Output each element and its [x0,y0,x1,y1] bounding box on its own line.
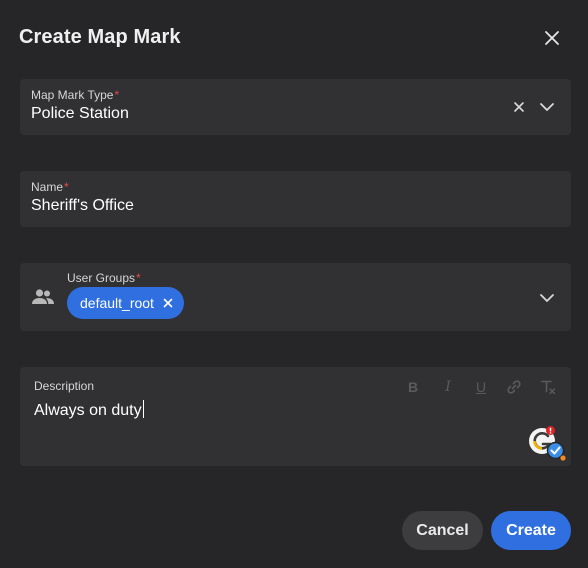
create-map-mark-dialog: Create Map Mark Map Mark Type* Police St… [0,0,588,568]
link-icon [507,380,521,394]
close-button[interactable] [540,26,564,50]
underline-button[interactable]: U [473,379,489,395]
clear-type-button[interactable] [511,99,527,115]
link-button[interactable] [506,379,522,395]
chevron-down-icon [540,294,554,302]
required-marker: * [114,88,120,102]
bold-button[interactable]: B [405,379,421,395]
grammar-checker-button[interactable] [526,425,566,463]
groups-dropdown-toggle[interactable] [538,289,556,307]
name-input-value: Sheriff's Office [31,197,134,214]
map-mark-type-label: Map Mark Type* [31,88,120,102]
user-group-chip[interactable]: default_root [67,287,184,319]
user-groups-label: User Groups* [67,271,141,285]
dialog-title: Create Map Mark [19,26,181,48]
grammar-checker-icon [529,426,566,461]
required-marker: * [64,180,69,194]
close-icon [545,31,559,45]
create-button[interactable]: Create [491,511,571,550]
type-dropdown-toggle[interactable] [538,98,556,116]
people-icon [32,289,54,304]
description-label: Description [34,379,95,393]
clear-format-icon [541,380,556,395]
chevron-down-icon [540,103,554,111]
name-label: Name* [31,180,69,194]
map-mark-type-value: Police Station [31,105,129,122]
description-text: Always on duty [34,400,144,419]
map-mark-type-select[interactable]: Map Mark Type* Police Station [20,79,571,135]
clear-format-button[interactable] [540,379,556,395]
required-marker: * [136,271,141,285]
cancel-button[interactable]: Cancel [402,511,483,550]
remove-chip-icon[interactable] [163,298,173,308]
user-groups-select[interactable]: User Groups* default_root [20,263,571,331]
clear-icon [514,102,524,112]
italic-button[interactable]: I [440,379,456,395]
description-editor[interactable]: Description B I U Always on duty [20,367,571,466]
chip-label: default_root [80,295,154,311]
text-cursor [142,400,144,418]
name-field[interactable]: Name* Sheriff's Office [20,171,571,227]
